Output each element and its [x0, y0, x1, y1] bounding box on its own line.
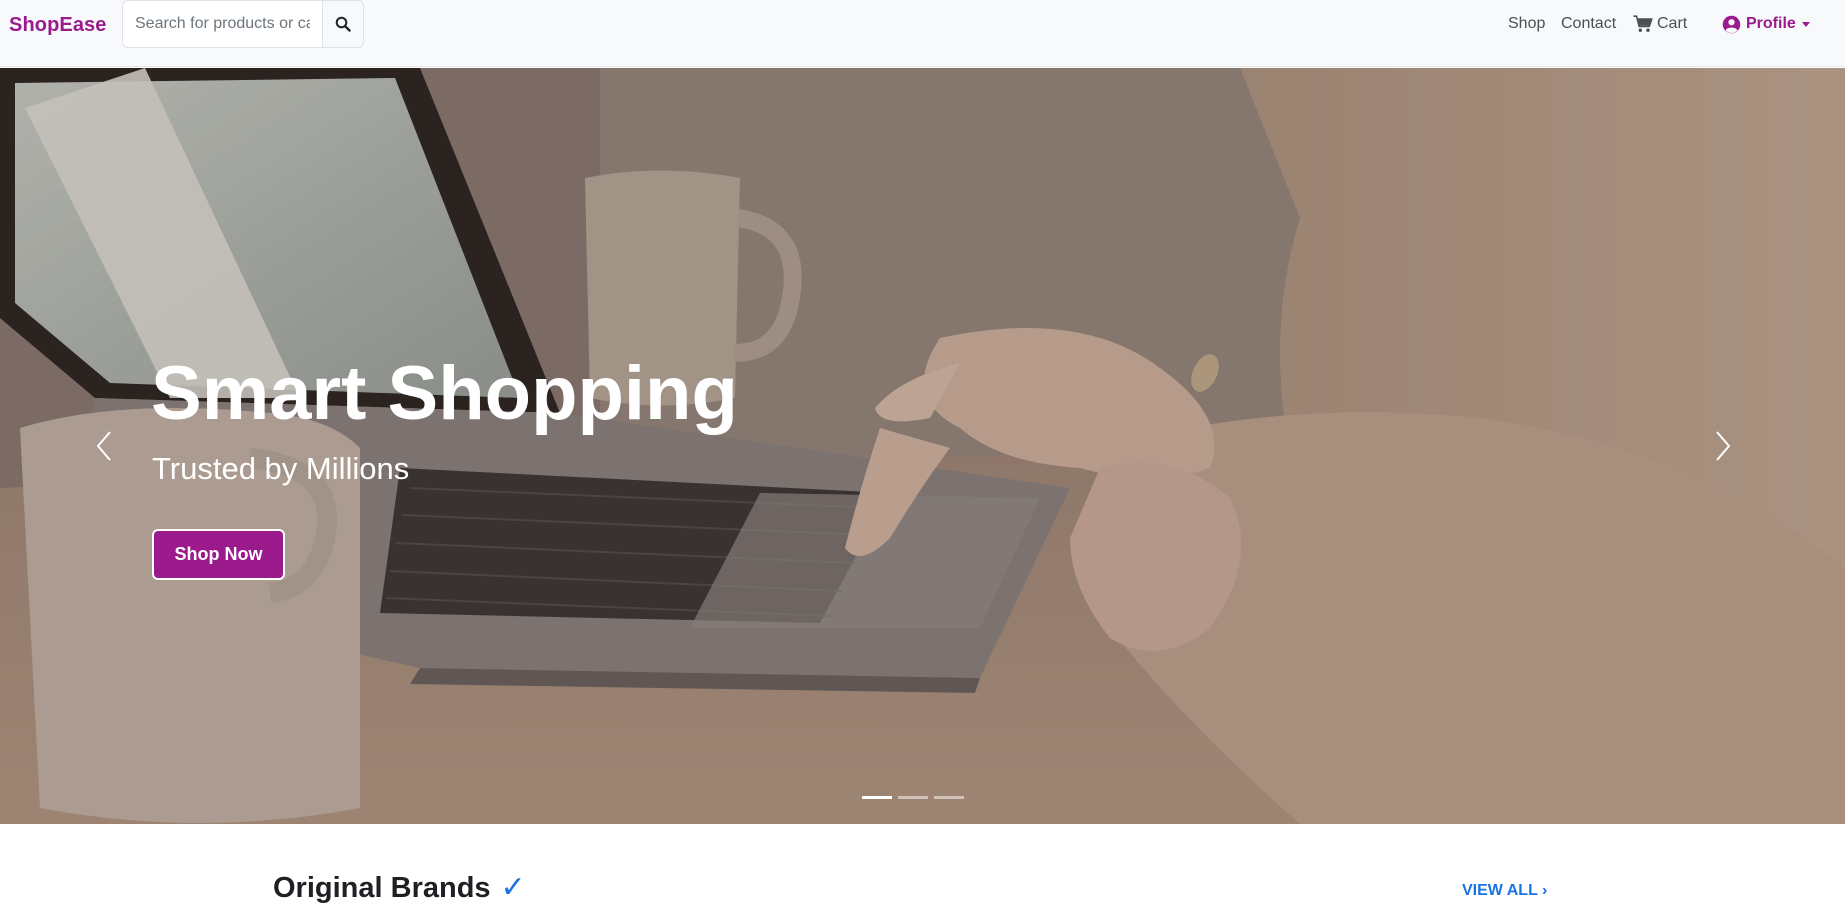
- search-input[interactable]: [122, 0, 322, 48]
- carousel-indicator-2[interactable]: [898, 796, 928, 799]
- profile-label: Profile: [1746, 15, 1796, 32]
- shop-now-button[interactable]: Shop Now: [152, 529, 285, 580]
- chevron-down-icon: [1801, 21, 1810, 27]
- view-all-link[interactable]: VIEW ALL ›: [1462, 882, 1547, 900]
- section-title-text: Original Brands: [273, 872, 491, 904]
- search-group: [122, 0, 364, 48]
- hero-title: Smart Shopping: [151, 351, 738, 436]
- chevron-left-icon: [96, 431, 111, 461]
- section-title: Original Brands ✓: [273, 871, 526, 905]
- profile-dropdown[interactable]: Profile: [1722, 13, 1810, 35]
- carousel-indicator-3[interactable]: [934, 796, 964, 799]
- brand-logo[interactable]: ShopEase: [9, 13, 107, 37]
- top-navbar: ShopEase Shop Contact Cart Profile: [0, 0, 1845, 67]
- carousel-indicator-1[interactable]: [862, 796, 892, 799]
- user-circle-icon: [1722, 15, 1741, 33]
- hero-carousel: Smart Shopping Trusted by Millions Shop …: [0, 68, 1845, 824]
- checkmark-icon: ✓: [500, 871, 526, 904]
- carousel-prev-button[interactable]: [84, 426, 124, 466]
- search-button[interactable]: [322, 0, 364, 48]
- nav-link-contact[interactable]: Contact: [1561, 13, 1616, 35]
- chevron-right-icon: [1716, 431, 1731, 461]
- search-icon: [335, 16, 351, 32]
- hero-overlay: [0, 68, 1845, 824]
- hero-subtitle: Trusted by Millions: [152, 451, 410, 486]
- nav-link-shop[interactable]: Shop: [1508, 13, 1545, 35]
- cart-label: Cart: [1657, 15, 1688, 32]
- cart-icon: [1633, 15, 1653, 32]
- carousel-next-button[interactable]: [1703, 426, 1743, 466]
- carousel-indicators: [862, 796, 964, 799]
- nav-link-cart[interactable]: Cart: [1633, 13, 1687, 35]
